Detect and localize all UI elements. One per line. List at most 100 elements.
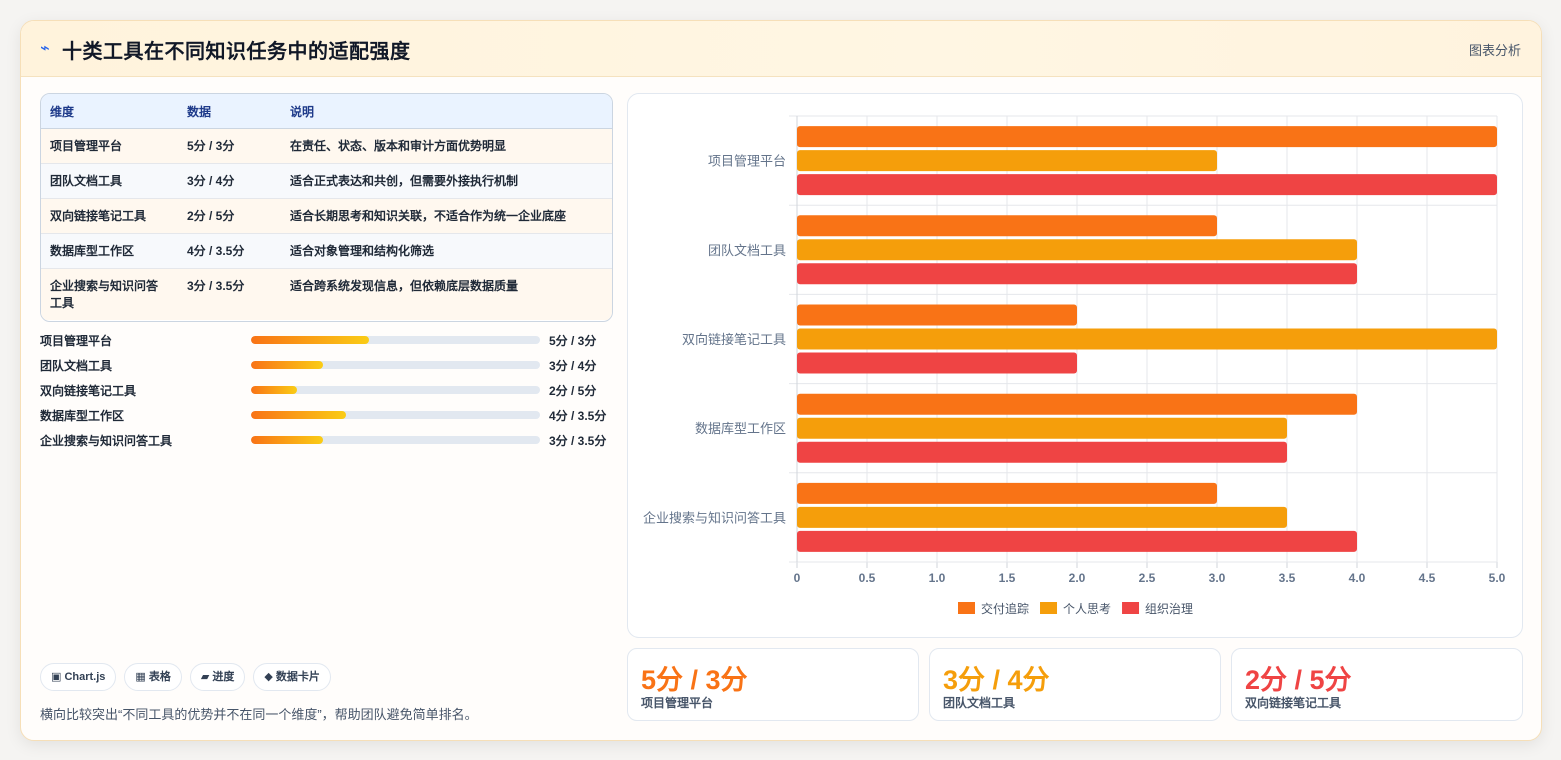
progress-chip[interactable]: ▰ 进度 [189,663,246,691]
progress-fill [251,436,324,444]
stat-value: 3分 / 4分 [943,665,1050,695]
bar-0 [797,304,1077,326]
cell-dimension: 团队文档工具 [41,163,178,199]
progress-track [251,411,540,419]
y-category-label: 数据库型工作区 [695,421,786,436]
stat-value: 2分 / 5分 [1245,665,1352,695]
progress-value: 5分 / 3分 [549,334,597,348]
cell-note: 适合对象管理和结构化筛选 [281,233,612,269]
progress-value: 3分 / 4分 [549,359,597,373]
progress-item: 双向链接笔记工具 2分 / 5分 [40,381,620,406]
progress-label: 项目管理平台 [40,334,113,348]
table-row: 团队文档工具 3分 / 4分 适合正式表达和共创，但需要外接执行机制 [41,163,612,199]
cell-data: 4分 / 3.5分 [178,233,281,269]
y-category-label: 项目管理平台 [708,154,786,169]
cell-note: 在责任、状态、版本和审计方面优势明显 [281,128,612,164]
x-tick-label: 2.0 [1069,571,1086,585]
legend-label: 交付追踪 [981,601,1029,616]
data-card-chip[interactable]: ◆ 数据卡片 [253,663,331,691]
progress-value: 2分 / 5分 [549,384,597,398]
x-tick-label: 3.5 [1279,571,1296,585]
stat-label: 双向链接笔记工具 [1245,696,1342,710]
bar-0 [797,393,1357,415]
legend-swatch [958,602,975,614]
table-header-row: 维度 数据 说明 [41,94,612,129]
y-category-label: 团队文档工具 [708,243,786,258]
progress-track [251,361,540,369]
legend-label: 个人思考 [1063,602,1111,616]
bar-0 [797,126,1497,148]
bar-0 [797,482,1217,504]
x-tick-label: 0.5 [859,571,876,585]
y-category-label: 双向链接笔记工具 [682,332,786,347]
bar-1 [797,506,1287,528]
bar-2 [797,263,1357,285]
progress-fill [251,361,324,369]
progress-item: 团队文档工具 3分 / 4分 [40,356,620,381]
stat-card: 5分 / 3分 项目管理平台 [627,648,919,721]
stat-label: 项目管理平台 [641,696,714,710]
x-tick-label: 5.0 [1489,571,1506,585]
bar-1 [797,239,1357,261]
progress-track [251,386,540,394]
progress-track [251,336,540,344]
chart-card: ⌁ 十类工具在不同知识任务中的适配强度 图表分析 维度 数据 说明 项目管理平台… [20,20,1542,741]
x-tick-label: 1.5 [999,571,1016,585]
comparison-table: 维度 数据 说明 项目管理平台 5分 / 3分 在责任、状态、版本和审计方面优势… [40,93,613,322]
x-tick-label: 0 [794,571,801,585]
bar-2 [797,441,1287,463]
cell-data: 2分 / 5分 [178,198,281,234]
progress-label: 团队文档工具 [40,359,113,373]
cell-dimension: 企业搜索与知识问答工具 [41,268,178,320]
footnote: 横向比较突出“不同工具的优势并不在同一个维度”，帮助团队避免简单排名。 [40,707,478,722]
progress-track [251,436,540,444]
chartjs-chip[interactable]: ▣ Chart.js [40,663,117,691]
legend-label: 组织治理 [1145,602,1193,616]
progress-list: 项目管理平台 5分 / 3分 团队文档工具 3分 / 4分 双向链接笔记工具 2… [40,331,620,456]
x-tick-label: 2.5 [1139,571,1156,585]
column-header-dimension: 维度 [41,94,178,129]
cell-dimension: 双向链接笔记工具 [41,198,178,234]
cell-note: 适合跨系统发现信息，但依赖底层数据质量 [281,268,612,320]
progress-item: 项目管理平台 5分 / 3分 [40,331,620,356]
stat-card: 3分 / 4分 团队文档工具 [929,648,1221,721]
cell-data: 3分 / 4分 [178,163,281,199]
table-row: 项目管理平台 5分 / 3分 在责任、状态、版本和审计方面优势明显 [41,128,612,164]
progress-item: 企业搜索与知识问答工具 3分 / 3.5分 [40,431,620,456]
page-title: 十类工具在不同知识任务中的适配强度 [62,41,411,63]
stat-value: 5分 / 3分 [641,665,748,695]
bar-2 [797,530,1357,552]
progress-label: 企业搜索与知识问答工具 [40,434,173,448]
table-row: 企业搜索与知识问答工具 3分 / 3.5分 适合跨系统发现信息，但依赖底层数据质… [41,268,612,320]
cell-data: 3分 / 3.5分 [178,268,281,320]
bar-chart: 0 0.5 1.0 1.5 2.0 2.5 3.0 3.5 4.0 4.5 5.0 项目管理平台团队文… [643,115,1506,616]
feature-chips: ▣ Chart.js ▦ 表格 ▰ 进度 ◆ 数据卡片 [40,663,331,691]
bar-1 [797,417,1287,439]
column-header-data: 数据 [178,94,281,129]
table-chip[interactable]: ▦ 表格 [124,663,182,691]
cell-note: 适合正式表达和共创，但需要外接执行机制 [281,163,612,199]
legend-swatch [1040,602,1058,614]
lightning-icon: ⌁ [40,40,50,57]
bar-1 [797,328,1497,350]
progress-value: 4分 / 3.5分 [549,409,607,423]
card-header: ⌁ 十类工具在不同知识任务中的适配强度 图表分析 [21,21,1541,77]
bar-2 [797,352,1077,374]
progress-value: 3分 / 3.5分 [549,434,607,448]
chart-analysis-link[interactable]: 图表分析 [1469,40,1521,59]
bar-1 [797,150,1217,172]
x-tick-label: 4.5 [1419,571,1436,585]
progress-item: 数据库型工作区 4分 / 3.5分 [40,406,620,431]
cell-data: 5分 / 3分 [178,128,281,164]
progress-fill [251,386,298,394]
bar-2 [797,174,1497,196]
stat-card: 2分 / 5分 双向链接笔记工具 [1231,648,1523,721]
table-row: 数据库型工作区 4分 / 3.5分 适合对象管理和结构化筛选 [41,233,612,269]
table-row: 双向链接笔记工具 2分 / 5分 适合长期思考和知识关联，不适合作为统一企业底座 [41,198,612,234]
x-tick-label: 4.0 [1349,571,1366,585]
cell-dimension: 项目管理平台 [41,128,178,164]
stat-label: 团队文档工具 [943,696,1016,710]
bar-0 [797,215,1217,237]
bar-chart-panel: 0 0.5 1.0 1.5 2.0 2.5 3.0 3.5 4.0 4.5 5.0 项目管理平台 团队文… [627,93,1523,638]
cell-note: 适合长期思考和知识关联，不适合作为统一企业底座 [281,198,612,234]
